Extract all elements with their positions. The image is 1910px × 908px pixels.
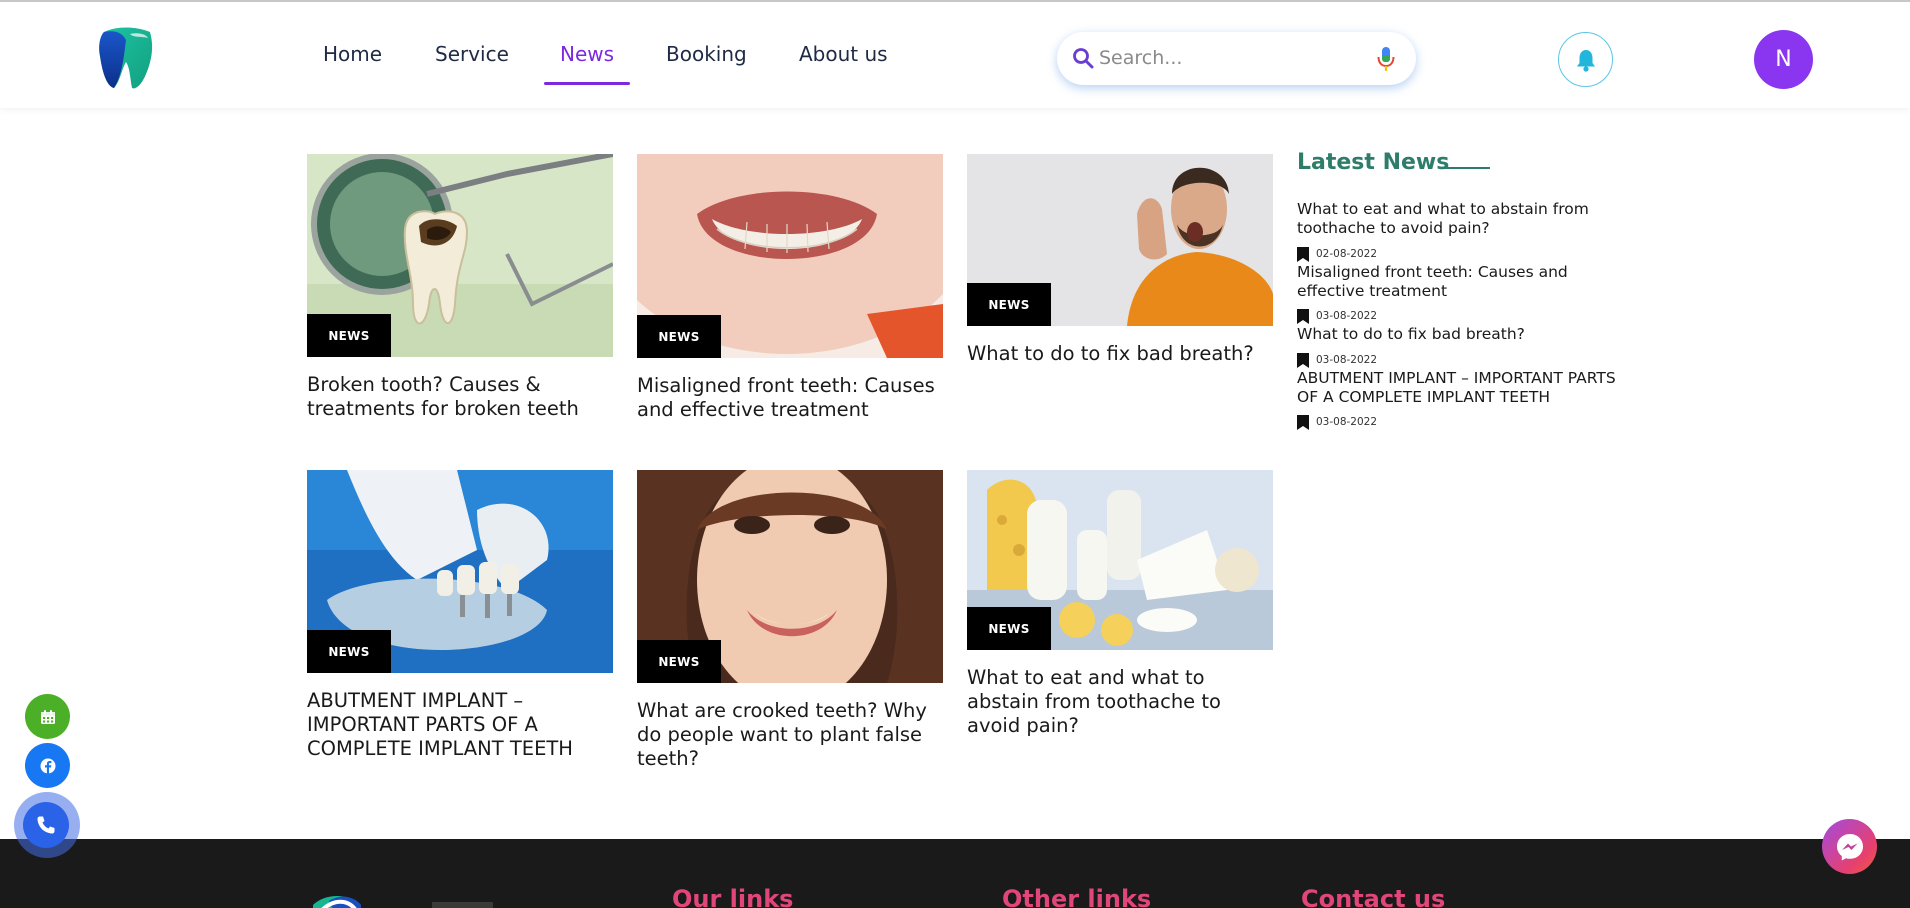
date-text: 03-08-2022 — [1316, 354, 1378, 366]
search-icon[interactable] — [1071, 46, 1095, 70]
messenger-chat-button[interactable] — [1822, 819, 1877, 874]
messenger-icon — [1836, 833, 1863, 860]
tooth-logo[interactable] — [96, 26, 156, 92]
card-title[interactable]: What to do to fix bad breath? — [967, 342, 1273, 366]
child-smile-image[interactable]: NEWS — [637, 154, 943, 358]
latest-news-item[interactable]: Misaligned front teeth: Causes and effec… — [1297, 263, 1627, 301]
card-title[interactable]: ABUTMENT IMPLANT – IMPORTANT PARTS OF A … — [307, 689, 613, 761]
latest-news-date: 03-08-2022 — [1297, 414, 1377, 430]
news-card[interactable]: NEWS ABUTMENT IMPLANT – IMPORTANT PARTS … — [307, 470, 613, 760]
footer-tooth-logo[interactable] — [307, 887, 367, 908]
latest-news-item[interactable]: What to do to fix bad breath? — [1297, 325, 1627, 344]
site-footer: Our links Other links Contact us — [0, 839, 1910, 908]
news-badge[interactable]: NEWS — [967, 283, 1051, 326]
bookmark-icon — [1297, 414, 1309, 430]
user-avatar[interactable]: N — [1754, 30, 1813, 89]
footer-heading-contact-us: Contact us — [1301, 885, 1446, 908]
nav-about-us[interactable]: About us — [799, 42, 888, 66]
bookmark-icon — [1297, 352, 1309, 368]
man-yawning-image[interactable]: NEWS — [967, 154, 1273, 326]
booking-calendar-button[interactable] — [25, 694, 70, 739]
phone-icon — [37, 816, 55, 834]
news-badge[interactable]: NEWS — [637, 315, 721, 358]
card-title[interactable]: Broken tooth? Causes & treatments for br… — [307, 373, 613, 421]
nav-news[interactable]: News — [560, 42, 614, 66]
nav-booking[interactable]: Booking — [666, 42, 747, 66]
implant-model-image[interactable]: NEWS — [307, 470, 613, 673]
latest-news-heading: Latest News — [1297, 150, 1450, 175]
bell-icon — [1576, 49, 1595, 72]
card-title[interactable]: Misaligned front teeth: Causes and effec… — [637, 374, 943, 422]
footer-heading-our-links: Our links — [672, 885, 794, 908]
news-badge[interactable]: NEWS — [307, 630, 391, 673]
notification-button[interactable] — [1558, 32, 1613, 87]
news-card[interactable]: NEWS What are crooked teeth? Why do peop… — [637, 470, 943, 770]
date-text: 03-08-2022 — [1316, 416, 1378, 428]
date-text: 02-08-2022 — [1316, 248, 1378, 260]
footer-heading-other-links: Other links — [1002, 885, 1152, 908]
nav-service[interactable]: Service — [435, 42, 509, 66]
phone-button[interactable] — [23, 802, 69, 848]
date-text: 03-08-2022 — [1316, 310, 1378, 322]
nav-active-indicator — [544, 82, 630, 85]
news-badge[interactable]: NEWS — [637, 640, 721, 683]
latest-news-date: 02-08-2022 — [1297, 246, 1377, 262]
card-title[interactable]: What are crooked teeth? Why do people wa… — [637, 699, 943, 771]
nav-home[interactable]: Home — [323, 42, 382, 66]
latest-news-item[interactable]: ABUTMENT IMPLANT – IMPORTANT PARTS OF A … — [1297, 369, 1627, 407]
news-card[interactable]: NEWS What to eat and what to abstain fro… — [967, 470, 1273, 737]
microphone-icon[interactable] — [1375, 45, 1397, 73]
news-card[interactable]: NEWS Broken tooth? Causes & treatments f… — [307, 154, 613, 420]
card-title[interactable]: What to eat and what to abstain from too… — [967, 666, 1273, 738]
search-bar[interactable] — [1057, 32, 1416, 85]
broken-tooth-image[interactable]: NEWS — [307, 154, 613, 357]
news-badge[interactable]: NEWS — [307, 314, 391, 357]
woman-smile-image[interactable]: NEWS — [637, 470, 943, 683]
latest-news-date: 03-08-2022 — [1297, 352, 1377, 368]
latest-news-item[interactable]: What to eat and what to abstain from too… — [1297, 200, 1627, 238]
footer-bar — [432, 902, 493, 908]
facebook-button[interactable] — [25, 743, 70, 788]
latest-news-date: 03-08-2022 — [1297, 308, 1377, 324]
heading-divider — [1442, 167, 1490, 169]
bookmark-icon — [1297, 308, 1309, 324]
dairy-food-image[interactable]: NEWS — [967, 470, 1273, 650]
search-input[interactable] — [1099, 40, 1359, 76]
news-badge[interactable]: NEWS — [967, 607, 1051, 650]
bookmark-icon — [1297, 246, 1309, 262]
news-card[interactable]: NEWS What to do to fix bad breath? — [967, 154, 1273, 365]
calendar-icon — [40, 709, 55, 724]
news-card[interactable]: NEWS Misaligned front teeth: Causes and … — [637, 154, 943, 421]
facebook-icon — [40, 758, 55, 774]
site-header: Home Service News Booking About us N — [0, 2, 1910, 108]
